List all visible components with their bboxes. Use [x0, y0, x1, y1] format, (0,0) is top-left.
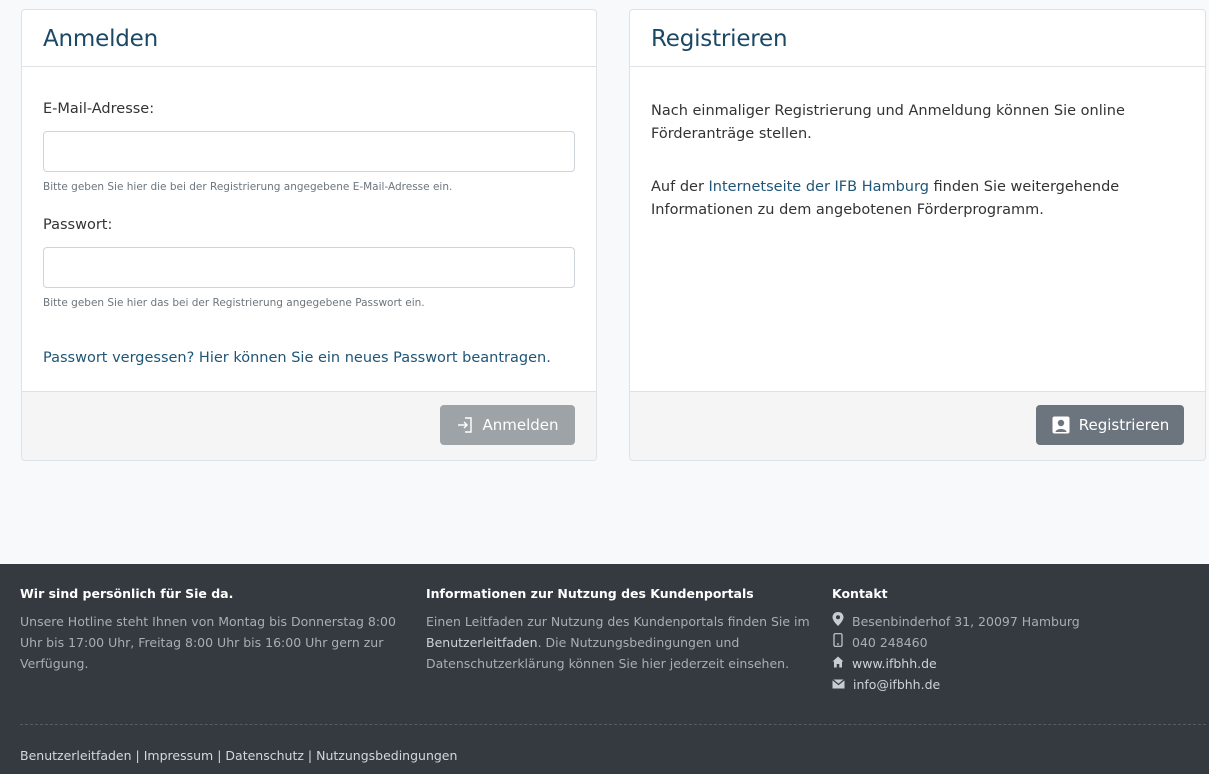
- register-card: Registrieren Nach einmaliger Registrieru…: [629, 9, 1206, 461]
- user-square-icon: [1051, 415, 1071, 435]
- contact-website: www.ifbhh.de: [832, 653, 1202, 674]
- register-title: Registrieren: [651, 26, 788, 52]
- phone-icon: [832, 632, 844, 653]
- footer-link-imprint[interactable]: Impressum: [144, 748, 213, 763]
- contact-address: Besenbinderhof 31, 20097 Hamburg: [832, 611, 1202, 632]
- footer-link-privacy[interactable]: Datenschutz: [225, 748, 304, 763]
- email-help-text: Bitte geben Sie hier die bei der Registr…: [43, 181, 453, 193]
- footer-contact: Kontakt Besenbinderhof 31, 20097 Hamburg…: [832, 586, 1202, 695]
- contact-phone-text: 040 248460: [852, 635, 928, 650]
- register-button-label: Registrieren: [1078, 416, 1170, 434]
- footer-contact-hours: Wir sind persönlich für Sie da. Unsere H…: [20, 586, 400, 674]
- login-card: Anmelden E-Mail-Adresse: Bitte geben Sie…: [21, 9, 597, 461]
- home-icon: [832, 653, 844, 674]
- login-card-body: E-Mail-Adresse: Bitte geben Sie hier die…: [22, 68, 596, 391]
- login-title: Anmelden: [43, 26, 158, 52]
- login-card-footer: Anmelden: [22, 391, 596, 460]
- register-card-header: Registrieren: [630, 10, 1205, 67]
- footer-link-terms[interactable]: Nutzungsbedingungen: [316, 748, 457, 763]
- register-info-text-start: Auf der: [651, 179, 709, 195]
- footer-portal-info: Informationen zur Nutzung des Kundenport…: [426, 586, 811, 674]
- password-label: Passwort:: [43, 217, 113, 233]
- contact-email-link[interactable]: info@ifbhh.de: [853, 674, 940, 695]
- email-field[interactable]: [43, 131, 575, 172]
- contact-address-text: Besenbinderhof 31, 20097 Hamburg: [852, 614, 1080, 629]
- register-card-body: Nach einmaliger Registrierung und Anmeld…: [630, 68, 1205, 391]
- footer-col3-heading: Kontakt: [832, 586, 888, 601]
- footer-portal-text-start: Einen Leitfaden zur Nutzung des Kundenpo…: [426, 614, 810, 629]
- ifb-website-link[interactable]: Internetseite der IFB Hamburg: [709, 179, 929, 195]
- register-button[interactable]: Registrieren: [1036, 405, 1184, 445]
- login-card-header: Anmelden: [22, 10, 596, 67]
- password-field[interactable]: [43, 247, 575, 288]
- forgot-password-link[interactable]: Passwort vergessen? Hier können Sie ein …: [43, 350, 551, 366]
- login-button-label: Anmelden: [482, 416, 559, 434]
- footer-link-separator: |: [135, 748, 140, 763]
- footer-col1-heading: Wir sind persönlich für Sie da.: [20, 586, 234, 601]
- footer-link-separator: |: [217, 748, 222, 763]
- footer-link-guide[interactable]: Benutzerleitfaden: [20, 748, 132, 763]
- footer-portal-text: Einen Leitfaden zur Nutzung des Kundenpo…: [426, 611, 811, 674]
- envelope-icon: [832, 674, 845, 695]
- email-label: E-Mail-Adresse:: [43, 101, 155, 117]
- footer-divider: [20, 724, 1206, 725]
- contact-website-link[interactable]: www.ifbhh.de: [852, 653, 937, 674]
- footer-hotline-text: Unsere Hotline steht Ihnen von Montag bi…: [20, 614, 396, 671]
- footer-links: Benutzerleitfaden | Impressum | Datensch…: [20, 748, 457, 763]
- contact-email: info@ifbhh.de: [832, 674, 1202, 695]
- map-marker-icon: [832, 611, 844, 632]
- password-help-text: Bitte geben Sie hier das bei der Registr…: [43, 297, 425, 309]
- sign-in-icon: [456, 416, 474, 434]
- footer-col2-heading: Informationen zur Nutzung des Kundenport…: [426, 586, 754, 601]
- login-button[interactable]: Anmelden: [440, 405, 575, 445]
- footer-guide-link[interactable]: Benutzerleitfaden: [426, 635, 538, 650]
- contact-phone: 040 248460: [832, 632, 1202, 653]
- footer-link-separator: |: [307, 748, 313, 763]
- register-info-text: Auf der Internetseite der IFB Hamburg fi…: [651, 176, 1181, 222]
- site-footer: Wir sind persönlich für Sie da. Unsere H…: [0, 564, 1209, 774]
- register-card-footer: Registrieren: [630, 391, 1205, 460]
- register-intro-text: Nach einmaliger Registrierung und Anmeld…: [651, 103, 1125, 142]
